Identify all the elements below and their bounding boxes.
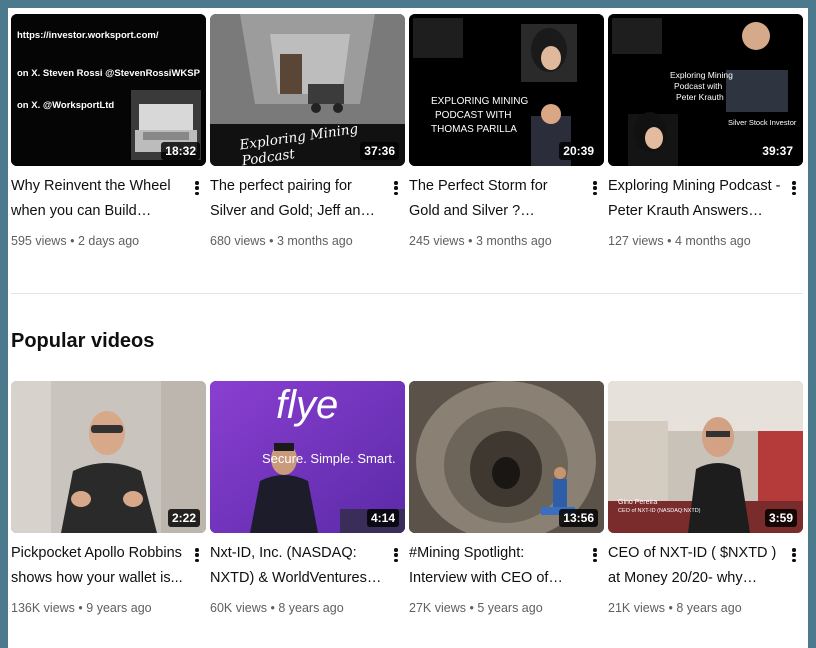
- separator-dot: •: [468, 234, 473, 248]
- video-thumbnail[interactable]: 2:22: [11, 381, 206, 533]
- upload-age: 3 months ago: [475, 234, 552, 248]
- thumbnail-name: Gino Pereira: [618, 499, 658, 506]
- video-duration: 4:14: [366, 509, 399, 527]
- more-options-icon[interactable]: [588, 177, 602, 199]
- separator-dot: •: [469, 601, 474, 615]
- video-thumbnail[interactable]: Exploring Mining Podcast 37:36: [210, 14, 405, 166]
- video-title[interactable]: #Mining Spotlight: Interview with CEO of…: [409, 541, 582, 591]
- thumbnail-text: https://investor.worksport.com/: [17, 30, 159, 41]
- video-title[interactable]: The Perfect Storm for Gold and Silver ? …: [409, 174, 582, 224]
- video-card[interactable]: Exploring Mining Podcast 37:36 The perfe…: [210, 14, 405, 248]
- more-options-icon[interactable]: [787, 177, 801, 199]
- view-count: 595 views: [11, 234, 67, 248]
- view-count: 21K views: [608, 601, 665, 615]
- section-divider: [11, 293, 803, 294]
- thumbnail-text: EXPLORING MINING: [431, 96, 529, 107]
- video-card[interactable]: Gino Pereira CEO of NXT-ID (NASDAQ:NXTD)…: [608, 381, 803, 615]
- more-options-icon[interactable]: [190, 544, 204, 566]
- video-duration: 2:22: [167, 509, 200, 527]
- thumbnail-role: CEO of NXT-ID (NASDAQ:NXTD): [618, 508, 701, 514]
- video-card[interactable]: 2:22 Pickpocket Apollo Robbins shows how…: [11, 381, 206, 615]
- more-options-icon[interactable]: [389, 544, 403, 566]
- video-stats: 27K views • 5 years ago: [409, 601, 582, 615]
- video-title[interactable]: Pickpocket Apollo Robbins shows how your…: [11, 541, 184, 591]
- upload-age: 8 years ago: [676, 601, 742, 615]
- video-title[interactable]: Why Reinvent the Wheel when you can Buil…: [11, 174, 184, 224]
- video-thumbnail[interactable]: Gino Pereira CEO of NXT-ID (NASDAQ:NXTD)…: [608, 381, 803, 533]
- video-title[interactable]: Exploring Mining Podcast - Peter Krauth …: [608, 174, 781, 224]
- video-thumbnail[interactable]: Exploring Mining Podcast with Peter Krau…: [608, 14, 803, 166]
- upload-age: 9 years ago: [86, 601, 152, 615]
- video-thumbnail[interactable]: EXPLORING MINING PODCAST WITH THOMAS PAR…: [409, 14, 604, 166]
- separator-dot: •: [78, 601, 83, 615]
- thumbnail-badge: Silver Stock Investor: [728, 118, 797, 127]
- view-count: 60K views: [210, 601, 267, 615]
- thumbnail-tagline: Secure. Simple. Smart.: [262, 451, 396, 466]
- upload-age: 5 years ago: [477, 601, 543, 615]
- video-thumbnail[interactable]: 13:56: [409, 381, 604, 533]
- video-thumbnail[interactable]: https://investor.worksport.com/ on X. St…: [11, 14, 206, 166]
- video-card[interactable]: Exploring Mining Podcast with Peter Krau…: [608, 14, 803, 248]
- video-duration: 37:36: [360, 142, 399, 160]
- thumbnail-text: PODCAST WITH: [435, 110, 512, 121]
- video-card[interactable]: 13:56 #Mining Spotlight: Interview with …: [409, 381, 604, 615]
- upload-age: 8 years ago: [278, 601, 344, 615]
- video-stats: 680 views • 3 months ago: [210, 234, 383, 248]
- video-duration: 13:56: [559, 509, 598, 527]
- video-duration: 18:32: [161, 142, 200, 160]
- view-count: 245 views: [409, 234, 465, 248]
- thumbnail-text: on X. @WorksportLtd: [17, 100, 115, 111]
- view-count: 680 views: [210, 234, 266, 248]
- view-count: 127 views: [608, 234, 664, 248]
- thumbnail-text: Exploring Mining: [670, 70, 733, 80]
- flye-logo: flye: [276, 383, 339, 427]
- more-options-icon[interactable]: [588, 544, 602, 566]
- video-stats: 127 views • 4 months ago: [608, 234, 781, 248]
- more-options-icon[interactable]: [389, 177, 403, 199]
- separator-dot: •: [70, 234, 75, 248]
- video-thumbnail[interactable]: flye Secure. Simple. Smart. 4:14: [210, 381, 405, 533]
- video-title[interactable]: Nxt-ID, Inc. (NASDAQ: NXTD) & WorldVentu…: [210, 541, 383, 591]
- video-card[interactable]: flye Secure. Simple. Smart. 4:14 Nxt-ID,…: [210, 381, 405, 615]
- video-card[interactable]: EXPLORING MINING PODCAST WITH THOMAS PAR…: [409, 14, 604, 248]
- separator-dot: •: [668, 601, 673, 615]
- view-count: 136K views: [11, 601, 75, 615]
- thumbnail-text: Peter Krauth: [676, 92, 724, 102]
- separator-dot: •: [269, 234, 274, 248]
- video-stats: 21K views • 8 years ago: [608, 601, 781, 615]
- video-stats: 595 views • 2 days ago: [11, 234, 184, 248]
- upload-age: 3 months ago: [276, 234, 353, 248]
- video-duration: 39:37: [758, 142, 797, 160]
- video-stats: 136K views • 9 years ago: [11, 601, 184, 615]
- more-options-icon[interactable]: [190, 177, 204, 199]
- separator-dot: •: [270, 601, 275, 615]
- video-duration: 3:59: [764, 509, 797, 527]
- video-stats: 60K views • 8 years ago: [210, 601, 383, 615]
- section-heading: Popular videos: [11, 330, 155, 352]
- view-count: 27K views: [409, 601, 466, 615]
- video-duration: 20:39: [559, 142, 598, 160]
- video-title[interactable]: CEO of NXT-ID ( $NXTD ) at Money 20/20- …: [608, 541, 781, 591]
- separator-dot: •: [667, 234, 672, 248]
- thumbnail-text: THOMAS PARILLA: [431, 124, 517, 135]
- video-stats: 245 views • 3 months ago: [409, 234, 582, 248]
- thumbnail-text: on X. Steven Rossi @StevenRossiWKSP: [17, 68, 200, 79]
- upload-age: 2 days ago: [77, 234, 140, 248]
- upload-age: 4 months ago: [674, 234, 751, 248]
- more-options-icon[interactable]: [787, 544, 801, 566]
- thumbnail-text: Podcast with: [674, 81, 723, 91]
- video-title[interactable]: The perfect pairing for Silver and Gold;…: [210, 174, 383, 224]
- video-card[interactable]: https://investor.worksport.com/ on X. St…: [11, 14, 206, 248]
